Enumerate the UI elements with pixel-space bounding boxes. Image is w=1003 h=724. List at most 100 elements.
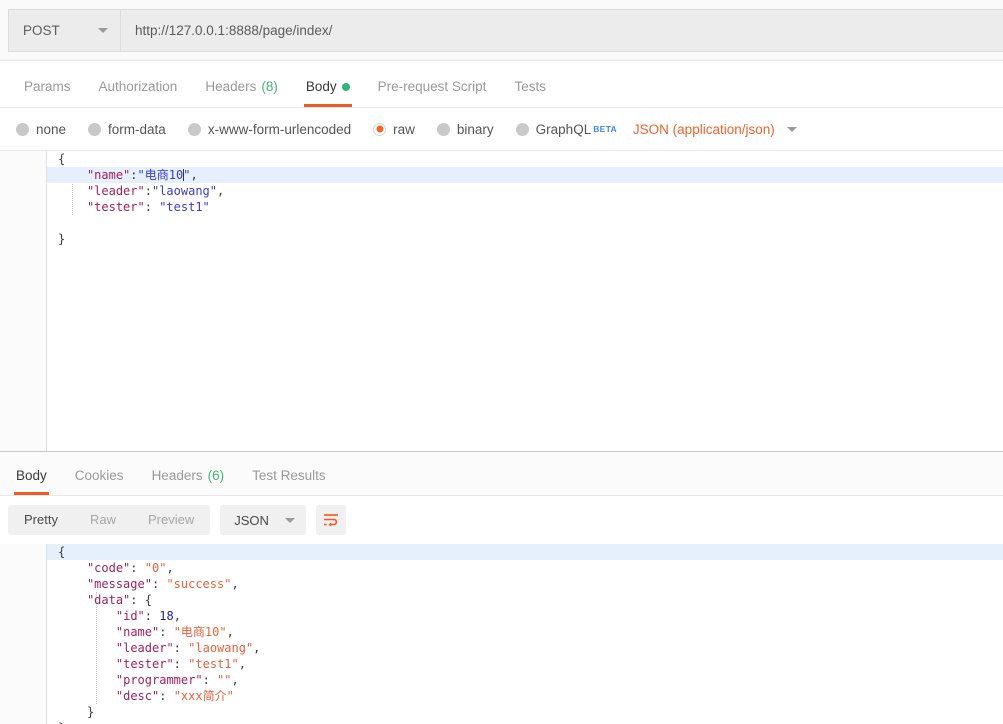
beta-badge: BETA (593, 124, 617, 134)
code-line[interactable]: 10 "desc": "xxx简介" (0, 688, 1003, 704)
code-line[interactable]: 2 "code": "0", (0, 560, 1003, 576)
response-editor-gutter (0, 544, 47, 724)
code-line[interactable]: 7 "leader": "laowang", (0, 640, 1003, 656)
content-type-select[interactable]: JSON (application/json) (633, 122, 797, 137)
view-mode-pretty[interactable]: Pretty (8, 505, 74, 535)
code-text: "id": 18, (115, 609, 181, 623)
code-line[interactable]: 9 "programmer": "", (0, 672, 1003, 688)
radio-icon (88, 122, 102, 136)
body-type-form-data[interactable]: form-data (88, 122, 166, 137)
tab-tests[interactable]: Tests (500, 79, 560, 107)
body-type-binary-label: binary (456, 121, 494, 137)
chevron-down-icon (284, 517, 295, 523)
code-text: "message": "success", (86, 577, 239, 591)
code-line[interactable]: 12} (0, 720, 1003, 724)
body-modified-dot-icon (341, 82, 350, 91)
code-line[interactable]: 4 "tester": "test1" (0, 199, 1003, 215)
body-type-raw[interactable]: raw (373, 122, 415, 137)
tab-tests-label: Tests (514, 79, 546, 94)
body-type-row: none form-data x-www-form-urlencoded raw… (0, 108, 1003, 151)
response-body-editor[interactable]: 1{2 "code": "0",3 "message": "success",4… (0, 544, 1003, 724)
url-input-group: POST http://127.0.0.1:8888/page/index/ (8, 8, 1003, 52)
request-body-editor[interactable]: 1{2 "name":"电商10",3 "leader":"laowang",4… (0, 151, 1003, 451)
word-wrap-toggle[interactable] (315, 505, 346, 535)
code-text: "leader": "laowang", (115, 641, 261, 655)
code-line[interactable]: 6 "name": "电商10", (0, 624, 1003, 640)
radio-icon (16, 122, 29, 136)
code-text: "code": "0", (86, 561, 174, 575)
tab-headers-label: Headers (205, 79, 257, 94)
code-text: } (86, 705, 95, 719)
body-type-urlencoded[interactable]: x-www-form-urlencoded (187, 121, 352, 137)
code-text: "programmer": "", (115, 673, 239, 687)
code-text: { (58, 545, 66, 559)
code-line[interactable]: 3 "leader":"laowang", (0, 183, 1003, 199)
chevron-down-icon (98, 27, 108, 33)
http-method-label: POST (23, 22, 60, 38)
tab-body-label: Body (305, 79, 337, 94)
http-method-select[interactable]: POST (9, 9, 121, 51)
request-tab-bar: Params Authorization Headers (8) Body Pr… (0, 61, 1003, 108)
request-url-input[interactable]: http://127.0.0.1:8888/page/index/ (121, 9, 1003, 51)
response-tab-test-results[interactable]: Test Results (238, 468, 340, 495)
code-line[interactable]: 2 "name":"电商10", (0, 167, 1003, 183)
response-tab-body[interactable]: Body (2, 468, 61, 495)
code-text: "desc": "xxx简介" (115, 689, 234, 703)
body-type-raw-label: raw (393, 121, 415, 137)
body-type-graphql-label: GraphQL (535, 121, 592, 137)
tab-headers[interactable]: Headers (8) (191, 79, 292, 107)
code-text: "data": { (86, 593, 152, 607)
code-text: "leader":"laowang", (86, 184, 225, 198)
response-code-area[interactable]: 1{2 "code": "0",3 "message": "success",4… (0, 544, 1003, 724)
code-line[interactable]: 11 } (0, 704, 1003, 720)
body-type-none[interactable]: none (16, 122, 66, 137)
view-mode-preview[interactable]: Preview (132, 505, 210, 535)
response-toolbar: Pretty Raw Preview JSON (0, 496, 1003, 544)
radio-icon (436, 122, 450, 136)
request-code-area[interactable]: 1{2 "name":"电商10",3 "leader":"laowang",4… (0, 151, 1003, 247)
code-line[interactable]: 5 (0, 215, 1003, 231)
tab-authorization[interactable]: Authorization (85, 79, 192, 107)
code-line[interactable]: 6} (0, 231, 1003, 247)
response-view-mode-group: Pretty Raw Preview (8, 505, 211, 535)
response-tab-headers-label: Headers (151, 468, 203, 483)
tab-headers-count: (8) (261, 79, 278, 94)
body-type-binary[interactable]: binary (436, 121, 494, 137)
body-type-graphql[interactable]: GraphQL BETA (515, 121, 617, 137)
tab-pre-request-script-label: Pre-request Script (377, 79, 487, 94)
tab-body[interactable]: Body (292, 79, 364, 107)
body-type-urlencoded-label: x-www-form-urlencoded (207, 121, 352, 137)
response-tab-test-results-label: Test Results (252, 468, 326, 483)
response-tab-body-label: Body (16, 468, 47, 483)
response-format-select[interactable]: JSON (220, 505, 306, 535)
tab-pre-request-script[interactable]: Pre-request Script (364, 79, 501, 107)
code-line[interactable]: 1{ (0, 544, 1003, 560)
code-line[interactable]: 4 "data": { (0, 592, 1003, 608)
response-tab-cookies-label: Cookies (74, 468, 124, 483)
tab-authorization-label: Authorization (98, 79, 178, 94)
tab-params-label: Params (24, 79, 71, 94)
code-text: } (58, 720, 65, 724)
word-wrap-icon (323, 514, 338, 527)
chevron-down-icon (786, 126, 797, 132)
body-type-form-data-label: form-data (108, 121, 166, 137)
view-mode-raw[interactable]: Raw (74, 505, 132, 535)
code-text: "tester": "test1", (115, 657, 246, 671)
response-tab-headers[interactable]: Headers (6) (138, 468, 239, 495)
response-tab-cookies[interactable]: Cookies (61, 468, 138, 495)
body-type-none-label: none (36, 121, 67, 137)
radio-selected-icon (373, 122, 387, 136)
radio-icon (515, 122, 529, 136)
code-line[interactable]: 1{ (0, 151, 1003, 167)
url-bar: POST http://127.0.0.1:8888/page/index/ (0, 0, 1003, 61)
code-line[interactable]: 3 "message": "success", (0, 576, 1003, 592)
code-text: { (58, 152, 66, 166)
response-tab-bar: Body Cookies Headers (6) Test Results (0, 452, 1003, 496)
code-line[interactable]: 5 "id": 18, (0, 608, 1003, 624)
code-text: "tester": "test1" (86, 200, 210, 214)
radio-icon (187, 122, 201, 136)
code-text: } (58, 232, 66, 246)
tab-params[interactable]: Params (10, 79, 85, 107)
code-line[interactable]: 8 "tester": "test1", (0, 656, 1003, 672)
response-format-label: JSON (234, 512, 269, 528)
